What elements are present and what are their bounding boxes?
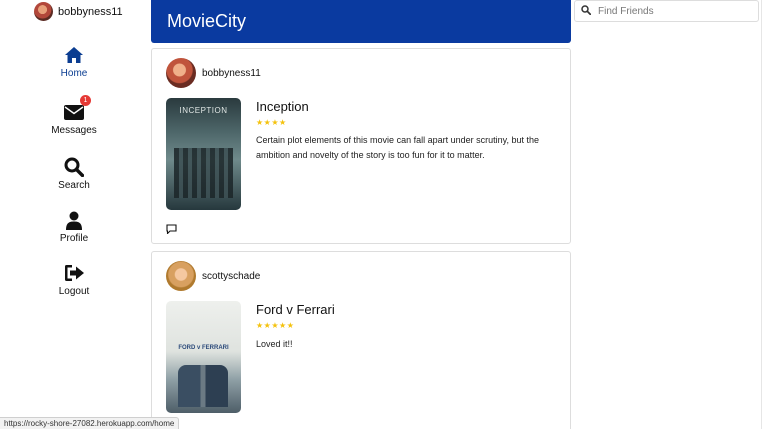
movie-poster[interactable]: INCEPTION	[166, 98, 241, 210]
envelope-icon: 1	[63, 95, 91, 123]
search-icon	[581, 2, 592, 20]
star-rating: ★★★★★	[256, 321, 295, 330]
nav-messages-label: Messages	[51, 125, 97, 136]
browser-status-url: https://rocky-shore-27082.herokuapp.com/…	[0, 417, 180, 429]
poster-figures	[174, 148, 233, 198]
scrollbar-edge	[761, 0, 762, 429]
nav-profile[interactable]: Profile	[0, 209, 148, 244]
post-username: scottyschade	[202, 270, 261, 282]
post-username: bobbyness11	[202, 67, 261, 79]
movie-title[interactable]: Inception	[256, 99, 309, 114]
current-username: bobbyness11	[58, 5, 123, 18]
post-author[interactable]: scottyschade	[166, 261, 260, 291]
search-icon	[63, 156, 85, 178]
post-card: scottyschade FORD v FERRARI Ford v Ferra…	[151, 251, 571, 429]
user-icon	[63, 209, 85, 231]
find-friends-input[interactable]	[598, 5, 748, 17]
nav-search[interactable]: Search	[0, 156, 148, 191]
poster-title: INCEPTION	[179, 106, 228, 115]
comment-icon[interactable]	[166, 221, 177, 239]
find-friends-search[interactable]	[574, 0, 759, 22]
messages-badge: 1	[80, 95, 91, 106]
nav-search-label: Search	[58, 180, 90, 191]
avatar	[166, 58, 196, 88]
poster-title: FORD v FERRARI	[178, 345, 229, 351]
sidebar: bobbyness11 Home 1 Messages Search Profi…	[0, 0, 148, 429]
app-header: MovieCity	[151, 0, 571, 43]
review-text: Loved it!!	[256, 339, 293, 349]
nav-home-label: Home	[60, 68, 88, 79]
movie-poster[interactable]: FORD v FERRARI	[166, 301, 241, 413]
avatar	[34, 2, 53, 21]
poster-figures	[178, 365, 228, 407]
movie-title[interactable]: Ford v Ferrari	[256, 302, 335, 317]
app-title[interactable]: MovieCity	[167, 11, 246, 32]
nav-profile-label: Profile	[59, 233, 89, 244]
sign-out-icon	[63, 262, 85, 284]
nav-logout[interactable]: Logout	[0, 262, 148, 297]
nav-logout-label: Logout	[58, 286, 90, 297]
review-text: Certain plot elements of this movie can …	[256, 135, 539, 160]
post-card: bobbyness11 INCEPTION Inception ★★★★ Cer…	[151, 48, 571, 244]
avatar	[166, 261, 196, 291]
nav-messages[interactable]: 1 Messages	[0, 95, 148, 136]
nav-home[interactable]: Home	[0, 44, 148, 79]
star-rating: ★★★★	[256, 118, 287, 127]
post-author[interactable]: bobbyness11	[166, 58, 261, 88]
current-user[interactable]: bobbyness11	[34, 2, 123, 21]
home-icon	[63, 44, 85, 66]
